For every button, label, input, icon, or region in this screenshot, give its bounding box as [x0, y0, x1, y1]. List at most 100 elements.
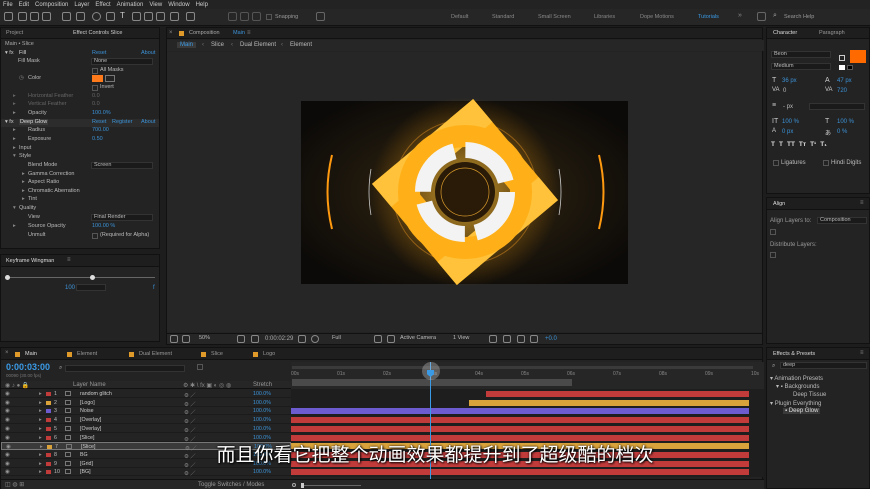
align-bottom-icon[interactable] [770, 229, 776, 235]
eyedropper-icon[interactable] [105, 75, 115, 82]
vertical-feather-value[interactable]: 0.0 [92, 101, 100, 107]
timeline-zoom-slider[interactable] [301, 485, 361, 486]
workspace-libraries[interactable]: Libraries [594, 14, 615, 20]
toggle-pixel-icon[interactable] [489, 335, 497, 343]
menu-item-animation[interactable]: Animation [117, 2, 144, 8]
layer-row[interactable]: ◉ ▸ 4 [Overlay] ⚙ ／ 100.0% [1, 416, 291, 425]
tree-item-animation-presets[interactable]: ▾ Animation Presets [770, 375, 823, 382]
timeline-tab-slice[interactable]: Slice [211, 351, 223, 357]
subscript-button[interactable]: T₁ [820, 141, 827, 151]
eye-icon[interactable]: ◉ [5, 417, 10, 423]
wingman-slider-handle-left[interactable] [5, 275, 10, 280]
stroke-color-swatch[interactable] [839, 55, 845, 61]
fill-reset-link[interactable]: Reset [92, 50, 106, 56]
search-icon[interactable]: ⌕ [773, 12, 777, 20]
panel-menu-icon[interactable]: ≡ [860, 200, 864, 206]
expand-arrow-icon[interactable]: ▸ [13, 101, 16, 107]
menu-item-edit[interactable]: Edit [19, 2, 29, 8]
blend-mode-dropdown[interactable]: Screen [91, 162, 153, 169]
current-time[interactable]: 0:00:02:29 [265, 336, 293, 342]
unmult-checkbox[interactable] [92, 233, 98, 239]
search-icon[interactable]: ⌕ [59, 365, 62, 372]
expand-arrow-icon[interactable]: ▸ [39, 408, 42, 414]
white-swatch[interactable] [839, 65, 845, 70]
close-icon[interactable]: × [5, 350, 9, 356]
timeline-zoom-handle[interactable] [301, 483, 304, 488]
workspace-small-screen[interactable]: Small Screen [538, 14, 571, 20]
brush-tool-icon[interactable] [132, 12, 141, 21]
timeline-tab-main[interactable]: Main [25, 351, 37, 357]
workspace-standard[interactable]: Standard [492, 14, 514, 20]
roto-tool-icon[interactable] [170, 12, 179, 21]
eye-icon[interactable]: ◉ [5, 400, 10, 406]
tree-item-deep-tissue[interactable]: Deep Tissue [793, 392, 826, 398]
work-area-bar[interactable] [292, 379, 572, 386]
search-help-input[interactable]: Search Help [784, 14, 814, 20]
align-to-dropdown[interactable]: Composition [817, 217, 867, 224]
panel-menu-icon[interactable]: ≡ [67, 257, 71, 263]
glow-register-link[interactable]: Register [112, 119, 132, 125]
eraser-tool-icon[interactable] [156, 12, 165, 21]
breadcrumb-slice[interactable]: Slice [211, 42, 224, 48]
panel-menu-icon[interactable]: ≡ [247, 30, 251, 36]
tsume-value[interactable]: 0 % [837, 129, 847, 135]
layer-bar[interactable] [486, 391, 749, 397]
kerning-value[interactable]: 0 [783, 88, 786, 94]
fill-effect-row[interactable]: ▾ fx Fill Reset About [1, 50, 159, 58]
glow-about-link[interactable]: About [141, 119, 155, 125]
layer-color-label[interactable] [46, 409, 51, 414]
wingman-slider-handle-right[interactable] [90, 275, 95, 280]
superscript-button[interactable]: T¹ [810, 141, 816, 151]
mask-icon[interactable] [251, 335, 259, 343]
leading-value[interactable]: 47 px [837, 78, 852, 84]
transparency-grid-icon[interactable] [387, 335, 395, 343]
layer-bar[interactable] [291, 469, 749, 476]
layer-name[interactable]: [BG] [80, 469, 91, 475]
exposure-value[interactable]: 0.50 [92, 136, 103, 142]
axis-world-icon[interactable] [240, 12, 249, 21]
menu-item-window[interactable]: Window [168, 2, 189, 8]
expand-arrow-icon[interactable]: ▸ [13, 93, 16, 99]
fx-icon[interactable]: ▾ fx [5, 50, 14, 56]
layer-name[interactable]: random glitch [80, 391, 112, 397]
invert-checkbox[interactable] [92, 85, 98, 91]
camera-dropdown[interactable]: Active Camera [398, 335, 448, 343]
layer-color-label[interactable] [46, 435, 51, 440]
tree-item-backgrounds[interactable]: ▾ ▪ Backgrounds [776, 383, 820, 390]
puppet-tool-icon[interactable] [186, 12, 195, 21]
baseline-value[interactable]: 0 px [782, 129, 793, 135]
layer-name[interactable]: Noise [80, 408, 94, 414]
tracking-value[interactable]: 720 [837, 88, 847, 94]
fill-about-link[interactable]: About [141, 50, 155, 56]
render-time-icon[interactable]: ◫ ◍ ⊞ [5, 481, 24, 488]
expand-arrow-icon[interactable]: ▸ [13, 136, 16, 142]
expand-arrow-icon[interactable]: ▸ [39, 417, 42, 423]
expand-arrow-icon[interactable]: ▸ [13, 145, 16, 151]
fill-color-swatch[interactable] [850, 50, 866, 63]
layer-row[interactable]: ◉ ▸ 5 [Overlay] ⚙ ／ 100.0% [1, 425, 291, 434]
tab-project[interactable]: Project [6, 30, 23, 36]
all-masks-checkbox[interactable] [92, 68, 98, 74]
stretch-column[interactable]: Stretch [253, 382, 272, 388]
horizontal-feather-value[interactable]: 0.0 [92, 93, 100, 99]
expand-arrow-icon[interactable]: ▸ [39, 426, 42, 432]
faux-bold-button[interactable]: T [771, 141, 775, 151]
expand-arrow-icon[interactable]: ▸ [22, 171, 25, 177]
axis-view-icon[interactable] [252, 12, 261, 21]
zoom-dropdown[interactable]: 50% [197, 335, 231, 343]
layer-search-input[interactable] [65, 365, 185, 372]
layer-stretch[interactable]: 100.0% [253, 408, 271, 414]
deep-glow-effect-row[interactable]: ▾ fx Deep Glow Reset Register About [1, 119, 159, 127]
color-channel-icon[interactable] [311, 335, 319, 343]
menu-item-help[interactable]: Help [196, 2, 208, 8]
effects-search-input[interactable]: deep [780, 362, 867, 369]
collapse-arrow-icon[interactable]: ▾ [13, 153, 16, 159]
text-style-buttons[interactable]: T T TT Tт T¹ T₁ [771, 141, 869, 151]
workspace-dope-motions[interactable]: Dope Motions [640, 14, 674, 20]
fast-preview-icon[interactable] [503, 335, 511, 343]
wingman-input[interactable] [76, 284, 106, 291]
layer-row[interactable]: ◉ ▸ 3 Noise ⚙ ／ 100.0% [1, 407, 291, 416]
expand-arrow-icon[interactable]: ▸ [39, 391, 42, 397]
guides-icon[interactable] [182, 335, 190, 343]
toggle-switches-modes[interactable]: Toggle Switches / Modes [198, 482, 264, 488]
